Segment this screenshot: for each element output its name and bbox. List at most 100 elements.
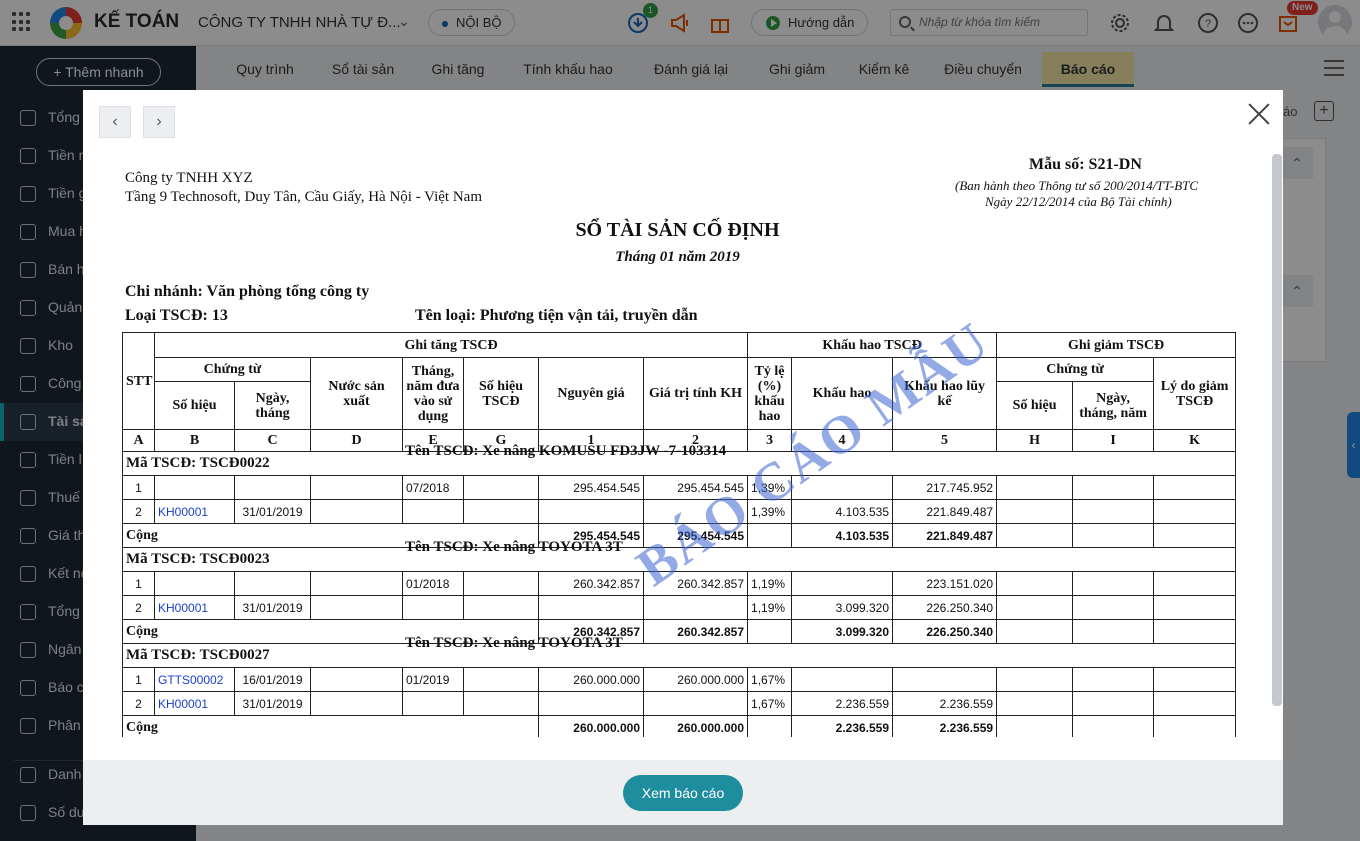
in-use-date: 07/2018 (402, 475, 464, 500)
depr-rate: 1,67% (747, 691, 793, 716)
cost-value (538, 595, 644, 620)
total-decrease-no (996, 715, 1074, 737)
row-number: 1 (122, 475, 155, 500)
decrease-no-cell (996, 571, 1074, 596)
header-voucher-no: Số hiệu (154, 381, 235, 430)
country-cell (310, 475, 403, 500)
form-note: Ngày 22/12/2014 của Bộ Tài chính) (985, 194, 1172, 209)
decrease-date-cell (1072, 571, 1155, 596)
cost-value: 295.454.545 (538, 475, 644, 500)
branch-label: Chi nhánh: Văn phòng tổng công ty (125, 283, 370, 300)
total-accum-depr: 226.250.340 (892, 619, 998, 644)
asset-group-cell: Mã TSCĐ: TSCĐ0022 Tên TSCĐ: Xe nâng KOMUS… (121, 443, 1237, 476)
column-letter: C (234, 429, 311, 452)
total-decrease-reason (1153, 619, 1237, 644)
asset-code: Mã TSCĐ: TSCĐ0022 (126, 455, 270, 471)
asset-name: Tên TSCĐ: Xe nâng KOMUSU FD3JW -7-103314 (405, 443, 727, 459)
total-accum-depr: 2.236.559 (892, 715, 998, 737)
voucher-link[interactable]: KH00001 (154, 595, 235, 620)
header-voucher: Chứng từ (154, 357, 311, 382)
asset-code: Mã TSCĐ: TSCĐ0027 (126, 647, 270, 663)
country-cell (310, 571, 403, 596)
header-voucher-date: Ngày, tháng (234, 381, 311, 430)
voucher-date: 16/01/2019 (234, 667, 311, 692)
total-depr-base: 260.342.857 (642, 619, 749, 644)
row-number: 1 (122, 667, 155, 692)
voucher-date: 31/01/2019 (234, 691, 311, 716)
report-preview-modal: ‹ › Công ty TNHH XYZ Tầng 9 Technosoft, … (83, 90, 1283, 825)
total-decrease-no (996, 523, 1074, 548)
form-number: Mẫu số: S21-DN (1029, 156, 1142, 173)
header-decrease-no: Số hiệu (996, 381, 1074, 430)
in-use-date (402, 691, 464, 716)
company-address: Tầng 9 Technosoft, Duy Tân, Cầu Giấy, Hà… (125, 189, 483, 205)
column-letter: D (310, 429, 403, 452)
depr-amount: 4.103.535 (791, 499, 894, 524)
header-decrease-reason: Lý do giảm TSCĐ (1153, 357, 1237, 430)
column-letter: A (122, 429, 155, 452)
total-rate-cell (747, 715, 793, 737)
company-name: Công ty TNHH XYZ (125, 170, 253, 186)
report-document: Công ty TNHH XYZ Tầng 9 Technosoft, Duy … (83, 150, 1272, 737)
voucher-date (234, 571, 311, 596)
total-decrease-no (996, 619, 1074, 644)
form-note: (Ban hành theo Thông tư số 200/2014/TT-B… (955, 178, 1199, 193)
column-letter: 5 (892, 429, 998, 452)
voucher-link[interactable]: GTTS00002 (154, 667, 235, 692)
asset-code: Mã TSCĐ: TSCĐ0023 (126, 551, 270, 567)
row-number: 2 (122, 691, 155, 716)
header-cost: Nguyên giá (538, 357, 644, 430)
decrease-date-cell (1072, 595, 1155, 620)
voucher-link (154, 475, 235, 500)
report-title: SỔ TÀI SẢN CỐ ĐỊNH (575, 219, 780, 241)
in-use-date: 01/2018 (402, 571, 464, 596)
total-depr-amount: 2.236.559 (791, 715, 894, 737)
view-report-button[interactable]: Xem báo cáo (623, 775, 743, 811)
total-depr-amount: 3.099.320 (791, 619, 894, 644)
in-use-date (402, 499, 464, 524)
decrease-reason-cell (1153, 571, 1237, 596)
depr-rate: 1,67% (747, 667, 793, 692)
cost-value: 260.000.000 (538, 667, 644, 692)
depr-amount: 3.099.320 (791, 595, 894, 620)
country-cell (310, 595, 403, 620)
depr-amount (791, 667, 894, 692)
total-decrease-date (1072, 619, 1155, 644)
voucher-date: 31/01/2019 (234, 499, 311, 524)
total-decrease-date (1072, 523, 1155, 548)
header-decrease-date: Ngày, tháng, năm (1072, 381, 1155, 430)
total-decrease-date (1072, 715, 1155, 737)
decrease-no-cell (996, 595, 1074, 620)
header-asset-no: Số hiệu TSCĐ (463, 357, 539, 430)
decrease-reason-cell (1153, 475, 1237, 500)
total-rate-cell (747, 619, 793, 644)
decrease-no-cell (996, 499, 1074, 524)
asset-no-cell (463, 691, 539, 716)
asset-no-cell (463, 595, 539, 620)
table-row: 1 GTTS00002 16/01/2019 01/2019 260.000.000 26… (122, 667, 1237, 692)
total-decrease-reason (1153, 715, 1237, 737)
document-scrollbar[interactable] (1272, 154, 1282, 706)
accum-depr: 221.849.487 (892, 499, 998, 524)
close-icon[interactable] (1247, 102, 1271, 126)
column-letter: I (1072, 429, 1155, 452)
asset-no-cell (463, 667, 539, 692)
header-increase: Ghi tăng TSCĐ (153, 332, 749, 358)
table-row: 1 07/2018 295.454.545 295.454.545 1,39% 217.7… (122, 475, 1237, 500)
depr-rate: 1,19% (747, 571, 793, 596)
row-number: 2 (122, 595, 155, 620)
depr-amount: 2.236.559 (791, 691, 894, 716)
asset-group-row: Mã TSCĐ: TSCĐ0022 Tên TSCĐ: Xe nâng KOMUS… (121, 443, 1237, 476)
header-decrease: Ghi giảm TSCĐ (996, 332, 1237, 358)
voucher-link[interactable]: KH00001 (154, 499, 235, 524)
cost-value: 260.342.857 (538, 571, 644, 596)
voucher-link (154, 571, 235, 596)
previous-button[interactable]: ‹ (99, 106, 131, 138)
column-letter: K (1153, 429, 1237, 452)
header-depr-value: Giá trị tính KH (642, 357, 749, 430)
country-cell (310, 667, 403, 692)
table-row: 2 KH00001 31/01/2019 1,19% 3.099.320 226.250.… (122, 595, 1237, 620)
accum-depr: 217.745.952 (892, 475, 998, 500)
next-button[interactable]: › (143, 106, 175, 138)
voucher-link[interactable]: KH00001 (154, 691, 235, 716)
